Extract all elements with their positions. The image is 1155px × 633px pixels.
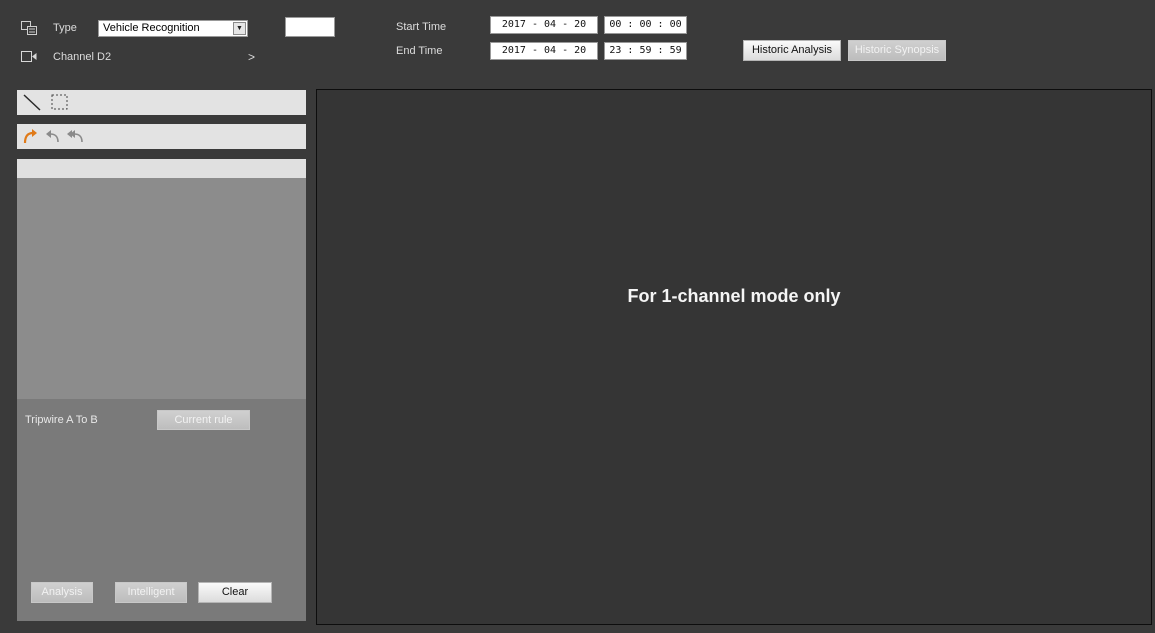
video-display[interactable]: For 1-channel mode only <box>316 89 1152 625</box>
video-message: For 1-channel mode only <box>627 286 841 306</box>
clear-button[interactable]: Clear <box>198 582 272 603</box>
historic-analysis-button[interactable]: Historic Analysis <box>743 40 841 61</box>
rule-settings-panel: Tripwire A To B Current rule Analysis In… <box>17 399 306 621</box>
rect-draw-icon[interactable] <box>51 94 68 110</box>
channel-next-button[interactable]: > <box>248 50 255 64</box>
start-time-label: Start Time <box>396 21 447 33</box>
analysis-button[interactable]: Analysis <box>31 582 93 603</box>
rule-list-header <box>17 159 306 178</box>
type-select-value: Vehicle Recognition <box>103 22 200 34</box>
intelligent-button[interactable]: Intelligent <box>115 582 187 603</box>
end-time-field[interactable]: 23 : 59 : 59 <box>604 42 687 60</box>
type-icon <box>21 21 37 35</box>
channel-value: D2 <box>97 51 112 63</box>
type-label: Type <box>53 22 77 34</box>
historic-synopsis-button[interactable]: Historic Synopsis <box>848 40 946 61</box>
chevron-down-icon[interactable]: ▼ <box>233 22 246 35</box>
extra-input[interactable] <box>285 17 335 37</box>
end-time-label: End Time <box>396 45 443 57</box>
end-date-field[interactable]: 2017 - 04 - 20 <box>490 42 598 60</box>
rule-list-panel <box>17 159 306 399</box>
start-date-field[interactable]: 2017 - 04 - 20 <box>490 16 598 34</box>
edit-tool-strip <box>17 124 306 149</box>
redo-icon[interactable] <box>23 128 38 144</box>
line-draw-icon[interactable] <box>23 94 41 111</box>
rule-type-label: Tripwire A To B <box>25 414 98 426</box>
type-select[interactable]: Vehicle Recognition ▼ <box>98 20 248 37</box>
undo-all-icon[interactable] <box>67 128 84 144</box>
start-time-field[interactable]: 00 : 00 : 00 <box>604 16 687 34</box>
current-rule-button[interactable]: Current rule <box>157 410 250 430</box>
undo-icon[interactable] <box>45 128 60 144</box>
camera-icon <box>21 51 37 62</box>
draw-tool-strip <box>17 90 306 115</box>
channel-label: Channel <box>53 51 94 63</box>
